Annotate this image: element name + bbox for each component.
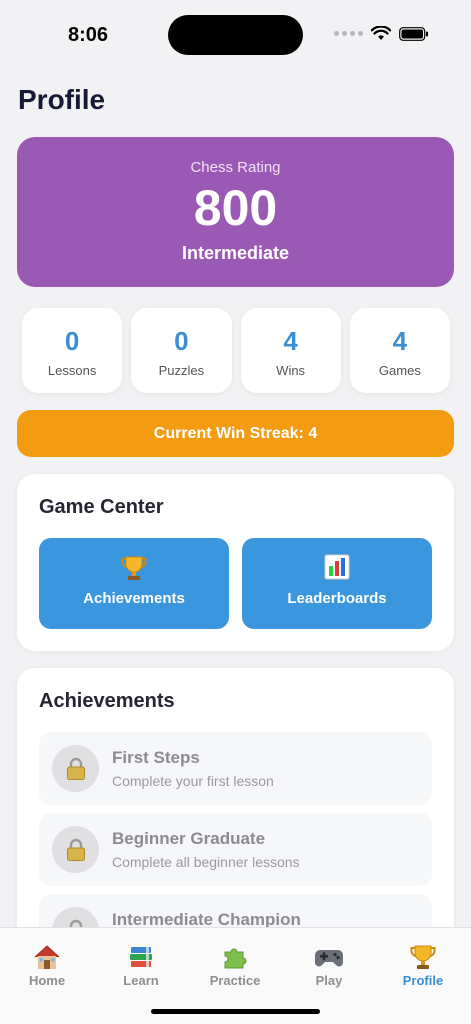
puzzle-icon — [195, 942, 275, 972]
lock-icon — [52, 745, 99, 792]
signal-dots-icon — [334, 31, 363, 36]
stat-value: 4 — [392, 326, 408, 356]
tab-label: Profile — [402, 973, 444, 988]
books-icon — [101, 942, 181, 972]
leaderboards-button-label: Leaderboards — [287, 590, 387, 607]
leaderboards-button[interactable]: Leaderboards — [242, 538, 432, 629]
tab-label: Practice — [209, 973, 261, 988]
achievement-description: Complete your first lesson — [112, 773, 274, 789]
stat-puzzles: 0 Puzzles — [131, 308, 232, 393]
battery-icon — [399, 26, 428, 41]
tab-practice[interactable]: Practice — [195, 942, 275, 988]
wifi-icon — [371, 26, 391, 40]
achievements-title: Achievements — [39, 690, 175, 712]
status-time: 8:06 — [68, 24, 109, 46]
achievement-name: First Steps — [112, 748, 200, 767]
win-streak-banner: Current Win Streak: 4 — [17, 410, 454, 457]
house-icon — [7, 942, 87, 972]
lock-icon — [52, 826, 99, 873]
tab-play[interactable]: Play — [289, 942, 369, 988]
trophy-icon — [383, 942, 463, 972]
stat-label: Games — [378, 363, 421, 378]
stat-value: 4 — [283, 326, 298, 356]
achievements-button-label: Achievements — [83, 590, 185, 607]
page-title: Profile — [18, 84, 106, 115]
status-bar: 8:06 — [0, 0, 471, 70]
stats-row: 0 Lessons 0 Puzzles 4 Wins 4 Games — [22, 308, 450, 393]
home-indicator[interactable] — [151, 1009, 320, 1014]
gamepad-icon — [289, 942, 369, 972]
stat-value: 0 — [64, 326, 80, 356]
tab-profile[interactable]: Profile — [383, 942, 463, 988]
game-center-card: Game Center Achievements Leaderboards — [17, 474, 454, 651]
status-icons — [334, 26, 429, 41]
trophy-icon — [39, 554, 229, 584]
dynamic-island — [168, 15, 303, 55]
stat-label: Puzzles — [158, 363, 205, 378]
achievements-button[interactable]: Achievements — [39, 538, 229, 629]
rating-level: Intermediate — [181, 243, 290, 263]
tab-learn[interactable]: Learn — [101, 942, 181, 988]
tab-label: Learn — [123, 973, 159, 988]
rating-card: Chess Rating 800 Intermediate — [17, 137, 454, 287]
tab-home[interactable]: Home — [7, 942, 87, 988]
rating-label: Chess Rating — [190, 159, 281, 176]
tab-label: Play — [315, 973, 343, 988]
achievement-item[interactable]: First Steps Complete your first lesson — [39, 732, 432, 805]
bar-chart-icon — [242, 554, 432, 584]
achievement-description: Complete all beginner lessons — [112, 854, 300, 870]
tab-label: Home — [28, 973, 66, 988]
stat-lessons: 0 Lessons — [22, 308, 123, 393]
stat-label: Lessons — [47, 363, 97, 378]
stat-label: Wins — [276, 363, 306, 378]
achievement-name: Beginner Graduate — [112, 829, 266, 848]
stat-games: 4 Games — [349, 308, 450, 393]
stat-value: 0 — [174, 326, 189, 356]
game-center-title: Game Center — [39, 496, 164, 518]
rating-value: 800 — [193, 180, 278, 236]
achievement-item[interactable]: Beginner Graduate Complete all beginner … — [39, 813, 432, 886]
stat-wins: 4 Wins — [240, 308, 341, 393]
